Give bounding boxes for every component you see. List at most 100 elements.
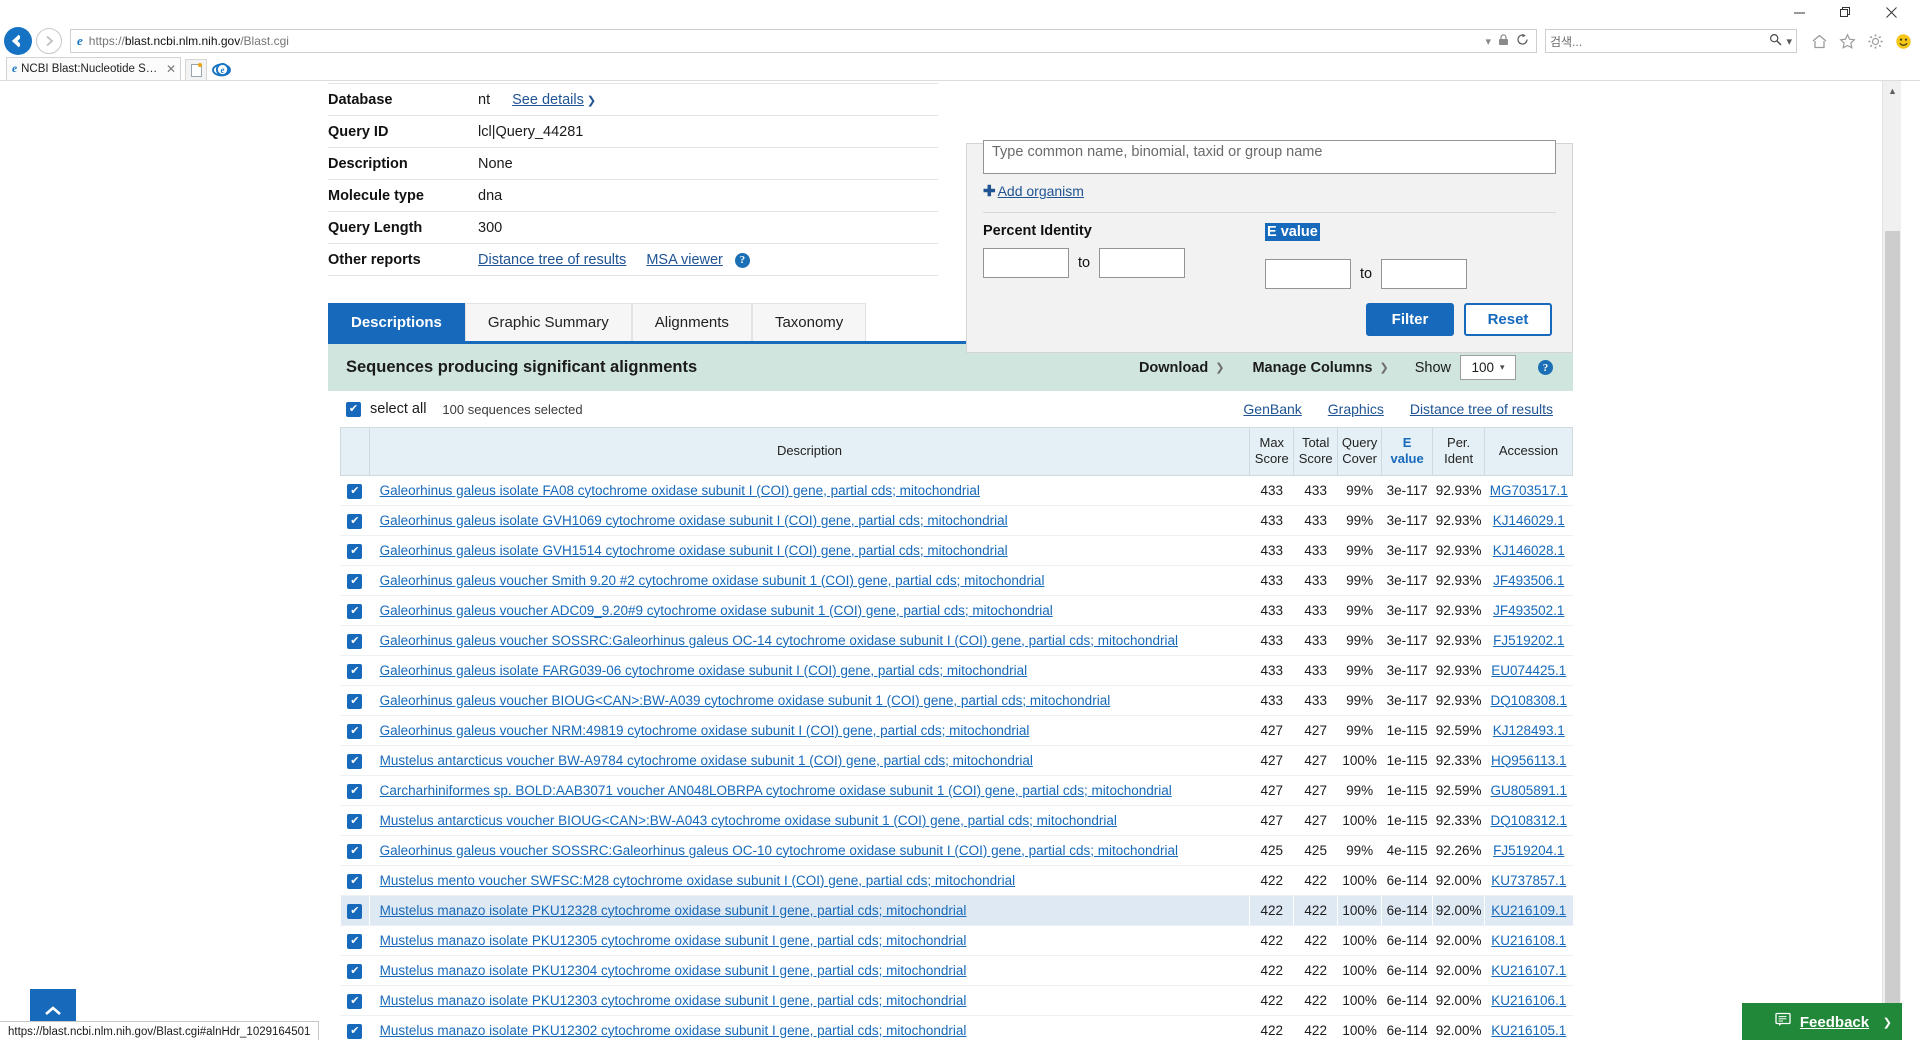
- download-menu[interactable]: Download ❯: [1139, 360, 1225, 376]
- forward-arrow-icon[interactable]: [36, 28, 62, 54]
- header-accession[interactable]: Accession: [1484, 427, 1573, 476]
- sequence-description-link[interactable]: Carcharhiniformes sp. BOLD:AAB3071 vouch…: [380, 783, 1172, 798]
- select-all-checkbox[interactable]: ✔: [346, 401, 361, 417]
- accession-link[interactable]: FJ519204.1: [1493, 843, 1564, 858]
- table-row[interactable]: ✔ Galeorhinus galeus voucher NRM:49819 cy…: [340, 715, 1573, 746]
- accession-link[interactable]: KU216109.1: [1491, 903, 1566, 918]
- table-row[interactable]: ✔ Galeorhinus galeus isolate GVH1069 cyto…: [340, 505, 1573, 536]
- sequence-description-link[interactable]: Galeorhinus galeus isolate FARG039-06 cy…: [380, 663, 1028, 678]
- restore-button[interactable]: [1822, 0, 1868, 24]
- accession-link[interactable]: KJ128493.1: [1493, 723, 1565, 738]
- row-checkbox[interactable]: ✔: [347, 603, 363, 619]
- row-checkbox[interactable]: ✔: [347, 693, 363, 709]
- smiley-face-icon[interactable]: [1895, 33, 1912, 50]
- e-value-from-input[interactable]: [1265, 259, 1351, 289]
- table-row[interactable]: ✔ Mustelus manazo isolate PKU12302 cytoch…: [340, 1015, 1573, 1040]
- table-row[interactable]: ✔ Galeorhinus galeus voucher ADC09_9.20#9…: [340, 595, 1573, 626]
- sequence-description-link[interactable]: Galeorhinus galeus isolate FA08 cytochro…: [380, 483, 980, 498]
- table-row[interactable]: ✔ Galeorhinus galeus isolate GVH1514 cyto…: [340, 535, 1573, 566]
- table-row[interactable]: ✔ Galeorhinus galeus voucher SOSSRC:Galeo…: [340, 625, 1573, 656]
- back-arrow-icon[interactable]: [4, 27, 32, 55]
- percent-identity-from-input[interactable]: [983, 248, 1069, 278]
- sequence-description-link[interactable]: Mustelus manazo isolate PKU12304 cytochr…: [380, 963, 967, 978]
- table-row[interactable]: ✔ Mustelus antarcticus voucher BW-A9784 c…: [340, 745, 1573, 776]
- accession-link[interactable]: KJ146028.1: [1493, 543, 1565, 558]
- accession-link[interactable]: KU737857.1: [1491, 873, 1566, 888]
- table-row[interactable]: ✔ Galeorhinus galeus isolate FARG039-06 c…: [340, 655, 1573, 686]
- row-checkbox[interactable]: ✔: [347, 723, 363, 739]
- row-checkbox[interactable]: ✔: [347, 903, 363, 919]
- table-row[interactable]: ✔ Mustelus mento voucher SWFSC:M28 cytoch…: [340, 865, 1573, 896]
- close-window-button[interactable]: [1868, 0, 1914, 24]
- header-max-score[interactable]: Max Score: [1249, 427, 1295, 476]
- sequence-description-link[interactable]: Mustelus manazo isolate PKU12303 cytochr…: [380, 993, 967, 1008]
- row-checkbox[interactable]: ✔: [347, 753, 363, 769]
- accession-link[interactable]: GU805891.1: [1490, 783, 1567, 798]
- show-count-select[interactable]: 100 ▾: [1460, 355, 1516, 380]
- gear-icon[interactable]: [1867, 33, 1884, 50]
- favorites-star-icon[interactable]: [1839, 32, 1856, 50]
- row-checkbox[interactable]: ✔: [347, 963, 363, 979]
- refresh-icon[interactable]: [1516, 33, 1529, 49]
- address-dropdown-icon[interactable]: ▾: [1485, 35, 1491, 48]
- question-mark-icon[interactable]: ?: [734, 252, 750, 268]
- genbank-link[interactable]: GenBank: [1243, 401, 1301, 417]
- sequence-description-link[interactable]: Mustelus antarcticus voucher BW-A9784 cy…: [380, 753, 1033, 768]
- sequence-description-link[interactable]: Mustelus manazo isolate PKU12302 cytochr…: [380, 1023, 967, 1038]
- header-per-ident[interactable]: Per. Ident: [1432, 427, 1486, 476]
- internet-explorer-icon[interactable]: e: [209, 59, 233, 80]
- sequence-description-link[interactable]: Galeorhinus galeus voucher NRM:49819 cyt…: [380, 723, 1030, 738]
- table-row[interactable]: ✔ Galeorhinus galeus voucher SOSSRC:Galeo…: [340, 835, 1573, 866]
- table-row[interactable]: ✔ Carcharhiniformes sp. BOLD:AAB3071 vouc…: [340, 775, 1573, 806]
- row-checkbox[interactable]: ✔: [347, 1023, 363, 1039]
- accession-link[interactable]: DQ108312.1: [1490, 813, 1567, 828]
- header-description[interactable]: Description: [368, 427, 1251, 476]
- accession-link[interactable]: DQ108308.1: [1490, 693, 1567, 708]
- row-checkbox[interactable]: ✔: [347, 633, 363, 649]
- distance-tree-link[interactable]: Distance tree of results: [478, 252, 626, 268]
- row-checkbox[interactable]: ✔: [347, 543, 363, 559]
- accession-link[interactable]: KU216107.1: [1491, 963, 1566, 978]
- row-checkbox[interactable]: ✔: [347, 573, 363, 589]
- distance-tree-link[interactable]: Distance tree of results: [1410, 401, 1553, 417]
- accession-link[interactable]: EU074425.1: [1491, 663, 1566, 678]
- table-row[interactable]: ✔ Galeorhinus galeus voucher BIOUG<CAN>:B…: [340, 685, 1573, 716]
- table-row[interactable]: ✔ Galeorhinus galeus voucher Smith 9.20 #…: [340, 565, 1573, 596]
- browser-tab[interactable]: e NCBI Blast:Nucleotide Seq... ✕: [6, 57, 181, 80]
- accession-link[interactable]: KU216105.1: [1491, 1023, 1566, 1038]
- chevron-down-icon[interactable]: ❯: [587, 95, 596, 107]
- row-checkbox[interactable]: ✔: [347, 843, 363, 859]
- page-scrollbar[interactable]: ▲ ▼: [1882, 81, 1901, 1040]
- graphics-link[interactable]: Graphics: [1328, 401, 1384, 417]
- sequence-description-link[interactable]: Galeorhinus galeus isolate GVH1514 cytoc…: [380, 543, 1008, 558]
- accession-link[interactable]: KU216106.1: [1491, 993, 1566, 1008]
- table-row[interactable]: ✔ Mustelus manazo isolate PKU12305 cytoch…: [340, 925, 1573, 956]
- accession-link[interactable]: FJ519202.1: [1493, 633, 1564, 648]
- tab-graphic-summary[interactable]: Graphic Summary: [464, 303, 632, 341]
- header-query-cover[interactable]: Query Cover: [1337, 427, 1383, 476]
- sequence-description-link[interactable]: Galeorhinus galeus voucher SOSSRC:Galeor…: [380, 843, 1178, 858]
- sequence-description-link[interactable]: Galeorhinus galeus voucher SOSSRC:Galeor…: [380, 633, 1178, 648]
- add-organism-link[interactable]: Add organism: [998, 183, 1084, 199]
- see-details-link[interactable]: See details: [512, 92, 584, 108]
- organism-input[interactable]: Type common name, binomial, taxid or gro…: [983, 140, 1556, 174]
- home-icon[interactable]: [1811, 33, 1828, 50]
- table-row[interactable]: ✔ Mustelus manazo isolate PKU12303 cytoch…: [340, 985, 1573, 1016]
- minimize-button[interactable]: [1776, 0, 1822, 24]
- accession-link[interactable]: HQ956113.1: [1491, 753, 1567, 768]
- e-value-to-input[interactable]: [1381, 259, 1468, 289]
- table-row[interactable]: ✔ Mustelus antarcticus voucher BIOUG<CAN>…: [340, 805, 1573, 836]
- row-checkbox[interactable]: ✔: [347, 873, 363, 889]
- accession-link[interactable]: KU216108.1: [1491, 933, 1566, 948]
- msa-viewer-link[interactable]: MSA viewer: [646, 252, 723, 268]
- sequence-description-link[interactable]: Mustelus manazo isolate PKU12328 cytochr…: [380, 903, 967, 918]
- table-row[interactable]: ✔ Mustelus manazo isolate PKU12328 cytoch…: [340, 895, 1573, 926]
- row-checkbox[interactable]: ✔: [347, 513, 363, 529]
- accession-link[interactable]: MG703517.1: [1490, 483, 1568, 498]
- row-checkbox[interactable]: ✔: [347, 663, 363, 679]
- accession-link[interactable]: KJ146029.1: [1493, 513, 1565, 528]
- address-bar[interactable]: e https://blast.ncbi.nlm.nih.gov/Blast.c…: [70, 29, 1537, 53]
- feedback-button[interactable]: Feedback ❯: [1742, 1003, 1902, 1040]
- sequence-description-link[interactable]: Galeorhinus galeus isolate GVH1069 cytoc…: [380, 513, 1008, 528]
- sequence-description-link[interactable]: Galeorhinus galeus voucher ADC09_9.20#9 …: [380, 603, 1053, 618]
